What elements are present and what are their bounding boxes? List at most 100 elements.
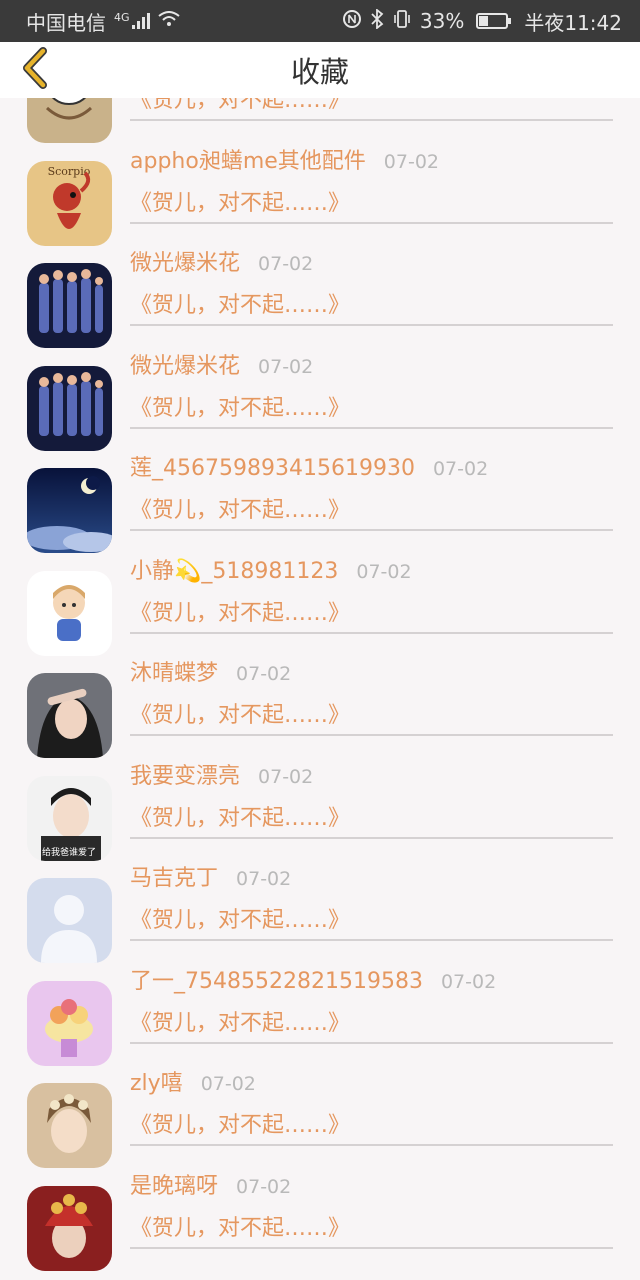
battery-icon [476, 13, 512, 29]
divider [130, 529, 613, 531]
avatar[interactable] [27, 878, 112, 963]
avatar[interactable]: 给我爸谁爱了 [27, 775, 112, 861]
item-author[interactable]: 是晚璃呀 [130, 1168, 218, 1200]
item-date: 07-02 [440, 970, 497, 993]
avatar[interactable]: Scorpio [27, 160, 112, 246]
list-item[interactable]: 沐晴蝶梦 07-02 《贺儿，对不起……》 [0, 647, 640, 758]
divider [130, 836, 613, 839]
item-date: 07-02 [200, 1073, 256, 1095]
divider [130, 426, 613, 429]
header-bar: 收藏 [0, 42, 640, 98]
item-title[interactable]: 《贺儿，对不起……》 [130, 1005, 350, 1037]
item-title[interactable]: 《贺儿，对不起……》 [130, 390, 350, 422]
item-header: 小静💫_518981123 07-02 [130, 553, 412, 585]
item-author[interactable]: 沐晴蝶梦 [130, 655, 218, 687]
status-right: 33% 半夜11:42 [342, 7, 622, 36]
item-author[interactable]: 我要变漂亮 [130, 758, 240, 790]
avatar[interactable] [27, 468, 112, 553]
list-item[interactable]: zly嘻 07-02 《贺儿，对不起……》 [0, 1057, 640, 1168]
avatar[interactable] [27, 1185, 112, 1271]
avatar[interactable] [27, 570, 112, 656]
item-author[interactable]: 微光爆米花 [130, 348, 240, 380]
status-left: 中国电信 4G [26, 7, 180, 36]
list-item[interactable]: 小静💫_518981123 07-02 《贺儿，对不起……》 [0, 545, 640, 656]
item-title[interactable]: 《贺儿，对不起……》 [130, 1107, 350, 1139]
carrier-label: 中国电信 [26, 10, 106, 35]
list-item[interactable]: Scorpio appho昶蟮me其他配件 07-02 《贺儿，对不起……》 [0, 135, 640, 246]
item-header: 马吉克丁 07-02 [130, 860, 291, 892]
wifi-icon [157, 10, 180, 32]
nfc-icon [342, 9, 362, 34]
avatar[interactable] [27, 980, 112, 1066]
battery-percent: 33% [419, 9, 465, 33]
signal-icon [131, 13, 150, 29]
item-date: 07-02 [258, 253, 314, 275]
list-item[interactable]: 给我爸谁爱了 我要变漂亮 07-02 《贺儿，对不起……》 [0, 750, 640, 861]
divider [130, 119, 613, 121]
list-item[interactable]: 微光爆米花 07-02 《贺儿，对不起……》 [0, 340, 640, 451]
item-header: 莲_456759893415619930 07-02 [130, 450, 488, 482]
list-item[interactable]: lapanese...putton《贺儿，对不起……》 [0, 98, 640, 143]
item-title[interactable]: 《贺儿，对不起……》 [130, 98, 350, 114]
item-header: 了一_75485522821519583 07-02 [130, 963, 496, 995]
back-button[interactable] [12, 47, 56, 93]
item-header: 微光爆米花 07-02 [130, 245, 313, 277]
avatar[interactable] [27, 673, 112, 758]
item-date: 07-02 [258, 765, 314, 788]
divider [130, 221, 613, 224]
list-item[interactable]: 了一_75485522821519583 07-02 《贺儿，对不起……》 [0, 955, 640, 1066]
divider [130, 1246, 613, 1249]
item-author[interactable]: 莲_456759893415619930 [130, 450, 415, 482]
item-date: 07-02 [383, 150, 439, 173]
favorites-list-inner: lapanese...putton《贺儿，对不起……》 Scorpio appho昶… [0, 98, 640, 1271]
list-item[interactable]: 马吉克丁 07-02 《贺儿，对不起……》 [0, 852, 640, 963]
divider [130, 939, 613, 941]
item-header: 沐晴蝶梦 07-02 [130, 655, 291, 687]
item-author[interactable]: 马吉克丁 [130, 860, 218, 892]
vibrate-icon [392, 9, 412, 34]
chevron-left-icon [19, 47, 49, 93]
status-bar: 中国电信 4G 33% 半夜11:42 [0, 0, 640, 42]
item-header: 我要变漂亮 07-02 [130, 758, 313, 790]
item-author[interactable]: 小静💫_518981123 [130, 553, 338, 585]
item-title[interactable]: 《贺儿，对不起……》 [130, 902, 350, 934]
divider [130, 734, 613, 736]
item-title[interactable]: 《贺儿，对不起……》 [130, 595, 350, 627]
item-header: zly嘻 07-02 [130, 1065, 256, 1097]
item-header: 是晚璃呀 07-02 [130, 1168, 291, 1200]
avatar[interactable] [27, 1083, 112, 1168]
avatar[interactable] [27, 263, 112, 348]
item-title[interactable]: 《贺儿，对不起……》 [130, 492, 350, 524]
item-date: 07-02 [258, 355, 314, 378]
item-author[interactable]: zly嘻 [130, 1065, 183, 1097]
item-header: appho昶蟮me其他配件 07-02 [130, 143, 439, 175]
item-title[interactable]: 《贺儿，对不起……》 [130, 697, 350, 729]
clock-time: 半夜11:42 [524, 10, 622, 35]
item-date: 07-02 [432, 458, 489, 480]
item-title[interactable]: 《贺儿，对不起……》 [130, 185, 350, 217]
list-item[interactable]: 微光爆米花 07-02 《贺儿，对不起……》 [0, 237, 640, 348]
page-title: 收藏 [290, 55, 349, 89]
divider [130, 1041, 613, 1044]
list-item[interactable]: 莲_456759893415619930 07-02 《贺儿，对不起……》 [0, 442, 640, 553]
item-date: 07-02 [356, 560, 412, 583]
divider [130, 324, 613, 326]
item-date: 07-02 [236, 663, 292, 685]
item-author[interactable]: appho昶蟮me其他配件 [130, 143, 366, 175]
item-author[interactable]: 了一_75485522821519583 [130, 963, 423, 995]
list-item[interactable]: 是晚璃呀 07-02 《贺儿，对不起……》 [0, 1160, 640, 1271]
avatar[interactable] [27, 365, 112, 451]
divider [130, 631, 613, 634]
item-header: 微光爆米花 07-02 [130, 348, 313, 380]
item-date: 07-02 [236, 868, 292, 890]
item-author[interactable]: 微光爆米花 [130, 245, 240, 277]
bluetooth-icon [370, 7, 384, 34]
item-date: 07-02 [236, 1175, 292, 1198]
item-title[interactable]: 《贺儿，对不起……》 [130, 800, 350, 832]
favorites-list[interactable]: lapanese...putton《贺儿，对不起……》 Scorpio appho昶… [0, 98, 640, 1280]
item-title[interactable]: 《贺儿，对不起……》 [130, 1210, 350, 1242]
item-title[interactable]: 《贺儿，对不起……》 [130, 287, 350, 319]
svg-text:Scorpio: Scorpio [48, 165, 91, 178]
network-label: 4G [114, 10, 130, 24]
divider [130, 1144, 613, 1146]
